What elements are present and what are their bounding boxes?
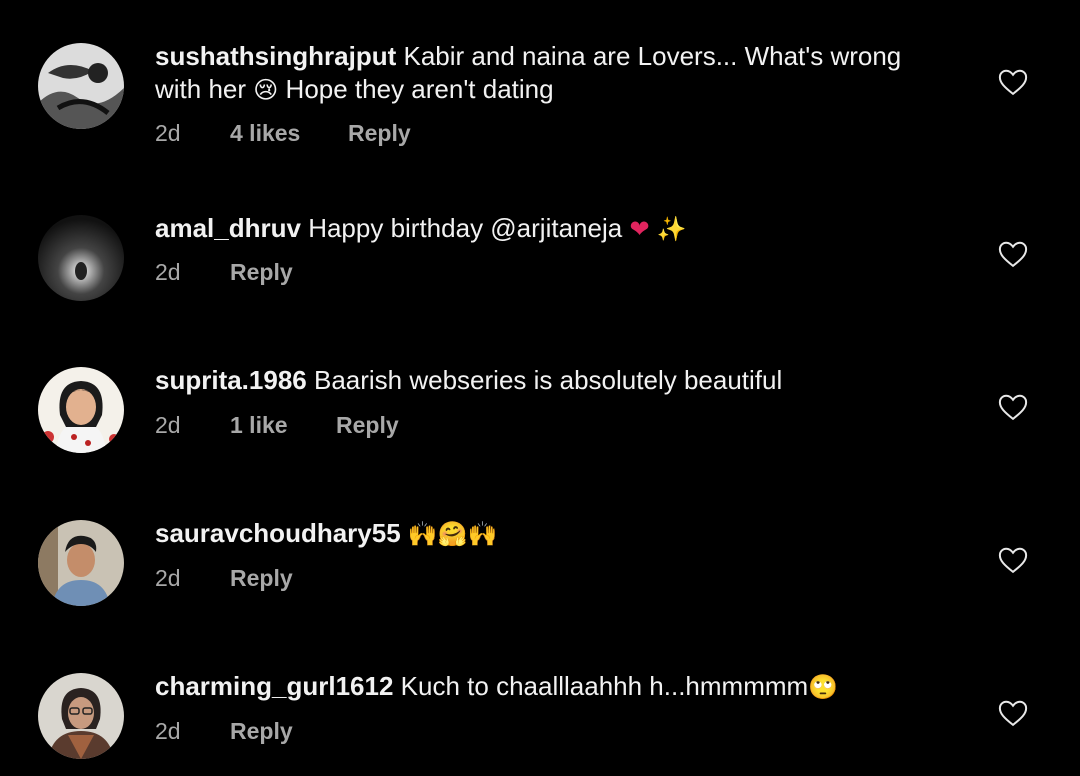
heart-outline-icon[interactable]: [998, 699, 1028, 727]
red-heart-emoji: ❤: [629, 215, 650, 243]
comment-time: 2d: [155, 718, 181, 744]
reply-button[interactable]: Reply: [230, 718, 293, 745]
reply-button[interactable]: Reply: [348, 120, 411, 147]
comment-time: 2d: [155, 120, 181, 146]
heart-outline-icon[interactable]: [998, 393, 1028, 421]
avatar[interactable]: [38, 43, 124, 129]
tunnel-photo-avatar: [38, 215, 124, 301]
avatar[interactable]: [38, 367, 124, 453]
comment-time: 2d: [155, 412, 181, 438]
eye-roll-emoji: 🙄: [808, 673, 839, 701]
crying-face-emoji: 😢: [253, 76, 279, 104]
heart-outline-icon[interactable]: [998, 240, 1028, 268]
comment-time: 2d: [155, 259, 181, 285]
avatar[interactable]: [38, 673, 124, 759]
reply-button[interactable]: Reply: [230, 259, 293, 286]
woman-portrait-avatar: [38, 367, 124, 453]
sparkles-emoji: ✨: [656, 215, 687, 243]
heart-outline-icon[interactable]: [998, 68, 1028, 96]
comment-text: Hope they aren't dating: [285, 74, 554, 104]
man-portrait-avatar: [38, 520, 124, 606]
avatar[interactable]: [38, 215, 124, 301]
comment-likes[interactable]: 1 like: [230, 412, 336, 439]
comment-text: Happy birthday @arjitaneja: [308, 213, 623, 243]
heart-outline-icon[interactable]: [998, 546, 1028, 574]
bw-photo-avatar: [38, 43, 124, 129]
avatar[interactable]: [38, 520, 124, 606]
reply-button[interactable]: Reply: [336, 412, 399, 439]
raising-hands-hugging-emoji: 🙌🤗🙌: [407, 520, 498, 548]
comment-text: Baarish webseries is absolutely beautifu…: [313, 365, 783, 395]
comment-time: 2d: [155, 565, 181, 591]
reply-button[interactable]: Reply: [230, 565, 293, 592]
comment-username[interactable]: sushathsinghrajput: [155, 41, 396, 71]
comment-username[interactable]: sauravchoudhary55: [155, 518, 401, 548]
comment-likes[interactable]: 4 likes: [230, 120, 348, 147]
comment-username[interactable]: suprita.1986: [155, 365, 307, 395]
comment-text: Kuch to chaalllaahhh h...hmmmmm: [400, 671, 809, 701]
comment-username[interactable]: amal_dhruv: [155, 213, 301, 243]
woman-glasses-avatar: [38, 673, 124, 759]
comment-username[interactable]: charming_gurl1612: [155, 671, 393, 701]
